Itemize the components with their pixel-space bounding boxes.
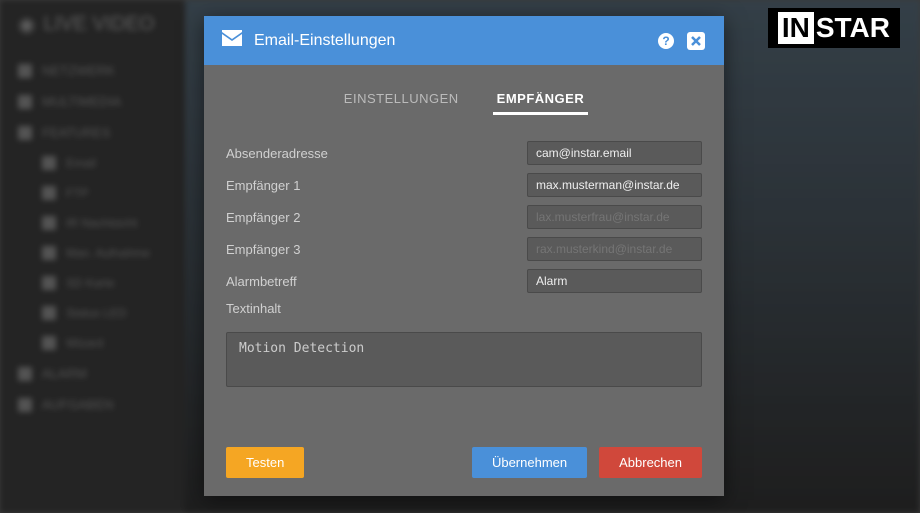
sidebar-item-label: FEATURES xyxy=(42,125,110,140)
sidebar-item-label: Man. Aufnahme xyxy=(66,246,150,260)
modal-tabs: EINSTELLUNGEN EMPFÄNGER xyxy=(204,65,724,125)
sidebar-item-label: Status LED xyxy=(66,306,127,320)
sidebar-item-email[interactable]: Email xyxy=(18,148,167,178)
sidebar-item-netzwerk[interactable]: NETZWERK xyxy=(18,55,167,86)
subject-label: Alarmbetreff xyxy=(226,274,527,289)
recipient3-label: Empfänger 3 xyxy=(226,242,527,257)
upload-icon xyxy=(42,186,56,200)
body-textarea[interactable] xyxy=(226,332,702,387)
users-icon xyxy=(18,64,32,78)
apply-button[interactable]: Übernehmen xyxy=(472,447,587,478)
cancel-button[interactable]: Abbrechen xyxy=(599,447,702,478)
sidebar-item-led[interactable]: Status LED xyxy=(18,298,167,328)
test-button[interactable]: Testen xyxy=(226,447,304,478)
sidebar-item-ftp[interactable]: FTP xyxy=(18,178,167,208)
envelope-icon xyxy=(222,30,242,51)
sidebar-item-label: ALARM xyxy=(42,366,87,381)
subject-input[interactable] xyxy=(527,269,702,293)
logo-part1: IN xyxy=(778,12,814,44)
recipient2-input[interactable] xyxy=(527,205,702,229)
image-icon xyxy=(18,95,32,109)
sidebar-title: ◉ LIVE VIDEO xyxy=(18,12,167,37)
recipient2-label: Empfänger 2 xyxy=(226,210,527,225)
bulb-icon xyxy=(42,216,56,230)
close-icon[interactable] xyxy=(686,31,706,51)
modal-footer: Testen Übernehmen Abbrechen xyxy=(204,431,724,496)
play-icon: ◉ xyxy=(18,12,35,37)
sidebar-item-multimedia[interactable]: MULTIMEDIA xyxy=(18,86,167,117)
body-label: Textinhalt xyxy=(226,301,702,316)
bell-icon xyxy=(18,367,32,381)
sender-label: Absenderadresse xyxy=(226,146,527,161)
sidebar-item-label: Wizard xyxy=(66,336,103,350)
sidebar: ◉ LIVE VIDEO NETZWERK MULTIMEDIA FEATURE… xyxy=(0,0,185,513)
recipient1-label: Empfänger 1 xyxy=(226,178,527,193)
email-settings-modal: Email-Einstellungen ? EINSTELLUNGEN EMPF… xyxy=(204,16,724,496)
help-icon[interactable]: ? xyxy=(656,31,676,51)
sidebar-item-label: NETZWERK xyxy=(42,63,115,78)
record-icon xyxy=(42,246,56,260)
tab-settings[interactable]: EINSTELLUNGEN xyxy=(340,85,463,115)
recipient3-input[interactable] xyxy=(527,237,702,261)
sidebar-item-label: Email xyxy=(66,156,96,170)
led-icon xyxy=(42,306,56,320)
sidebar-item-label: IR Nachtsicht xyxy=(66,216,137,230)
recipients-form: Absenderadresse Empfänger 1 Empfänger 2 … xyxy=(204,125,724,398)
sidebar-item-label: FTP xyxy=(66,186,89,200)
sd-icon xyxy=(42,276,56,290)
sidebar-item-alarm[interactable]: ALARM xyxy=(18,358,167,389)
sidebar-item-sd[interactable]: SD Karte xyxy=(18,268,167,298)
tasks-icon xyxy=(18,398,32,412)
wand-icon xyxy=(42,336,56,350)
envelope-icon xyxy=(42,156,56,170)
sidebar-item-label: MULTIMEDIA xyxy=(42,94,121,109)
modal-title: Email-Einstellungen xyxy=(254,32,395,50)
tab-recipients[interactable]: EMPFÄNGER xyxy=(493,85,589,115)
sidebar-item-label: SD Karte xyxy=(66,276,115,290)
sidebar-title-text: LIVE VIDEO xyxy=(43,13,154,36)
brand-logo: INSTAR xyxy=(768,8,900,48)
sidebar-item-features[interactable]: FEATURES xyxy=(18,117,167,148)
sender-input[interactable] xyxy=(527,141,702,165)
modal-header: Email-Einstellungen ? xyxy=(204,16,724,65)
gear-icon xyxy=(18,126,32,140)
svg-text:?: ? xyxy=(662,34,669,48)
recipient1-input[interactable] xyxy=(527,173,702,197)
sidebar-item-ir[interactable]: IR Nachtsicht xyxy=(18,208,167,238)
sidebar-item-wizard[interactable]: Wizard xyxy=(18,328,167,358)
sidebar-item-aufgaben[interactable]: AUFGABEN xyxy=(18,389,167,420)
logo-part2: STAR xyxy=(816,12,890,44)
sidebar-item-label: AUFGABEN xyxy=(42,397,114,412)
sidebar-item-record[interactable]: Man. Aufnahme xyxy=(18,238,167,268)
